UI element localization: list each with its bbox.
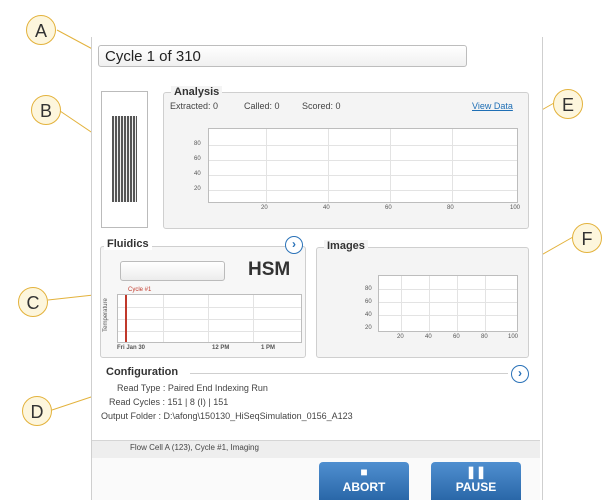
pause-button[interactable]: ❚❚ PAUSE	[431, 462, 521, 500]
callout-b: B	[31, 95, 61, 125]
images-chart	[378, 275, 518, 332]
callout-d: D	[22, 396, 52, 426]
status-text: Flow Cell A (123), Cycle #1, Imaging	[130, 443, 259, 452]
chevron-right-icon: ›	[292, 237, 296, 251]
cycle-marker-label: Cycle #1	[128, 287, 152, 293]
analysis-y-tick-80: 80	[194, 141, 201, 147]
view-data-link[interactable]: View Data	[472, 101, 513, 111]
analysis-title: Analysis	[171, 86, 223, 98]
cycle-marker-line	[125, 295, 127, 342]
analysis-x-tick-40: 40	[323, 205, 330, 211]
analysis-x-tick-60: 60	[385, 205, 392, 211]
images-y-tick-80: 80	[365, 286, 372, 292]
images-y-tick-20: 20	[365, 325, 372, 331]
callout-c: C	[18, 287, 48, 317]
read-type: Read Type : Paired End Indexing Run	[117, 383, 268, 393]
analysis-x-tick-100: 100	[510, 205, 521, 211]
analysis-y-tick-40: 40	[194, 171, 201, 177]
images-x-tick-20: 20	[397, 334, 404, 340]
analysis-chart	[208, 128, 518, 203]
images-y-tick-60: 60	[365, 299, 372, 305]
abort-label: ABORT	[342, 480, 386, 494]
analysis-x-tick-20: 20	[261, 205, 268, 211]
analysis-y-tick-20: 20	[194, 186, 201, 192]
cycle-title: Cycle 1 of 310	[98, 45, 467, 67]
called-count: Called: 0	[244, 101, 280, 111]
flow-cell-image	[101, 91, 148, 228]
scored-count: Scored: 0	[302, 101, 341, 111]
configuration-expand-button[interactable]: ›	[511, 365, 529, 383]
callout-f: F	[572, 223, 602, 253]
images-x-tick-60: 60	[453, 334, 460, 340]
stop-icon: ■	[360, 465, 368, 479]
output-folder: Output Folder : D:\afong\150130_HiSeqSim…	[101, 411, 353, 421]
fluidics-expand-button[interactable]: ›	[285, 236, 303, 254]
flow-cell-lanes	[112, 116, 137, 202]
analysis-y-tick-60: 60	[194, 156, 201, 162]
extracted-count: Extracted: 0	[170, 101, 219, 111]
configuration-title: Configuration	[106, 366, 179, 378]
fluidics-mode: HSM	[248, 259, 291, 280]
fluidics-x-tick-12pm: 12 PM	[212, 345, 230, 351]
fluidics-y-label: Temperature	[103, 298, 109, 332]
fluidics-chart	[117, 294, 302, 343]
callout-e: E	[553, 89, 583, 119]
images-x-tick-100: 100	[508, 334, 519, 340]
pause-label: PAUSE	[455, 480, 497, 494]
images-x-tick-80: 80	[481, 334, 488, 340]
fluidics-x-tick-1pm: 1 PM	[261, 345, 276, 351]
images-y-tick-40: 40	[365, 312, 372, 318]
fluidics-title: Fluidics	[104, 238, 152, 250]
chevron-right-icon: ›	[518, 366, 522, 380]
configuration-divider	[190, 373, 508, 374]
read-cycles: Read Cycles : 151 | 8 (I) | 151	[109, 397, 229, 407]
fluidics-x-tick-date: Fri Jan 30	[117, 345, 146, 351]
fluidics-status-field	[120, 261, 225, 281]
pause-icon: ❚❚	[465, 465, 487, 479]
abort-button[interactable]: ■ ABORT	[319, 462, 409, 500]
analysis-x-tick-80: 80	[447, 205, 454, 211]
callout-a: A	[26, 15, 56, 45]
images-title: Images	[324, 240, 368, 252]
images-x-tick-40: 40	[425, 334, 432, 340]
